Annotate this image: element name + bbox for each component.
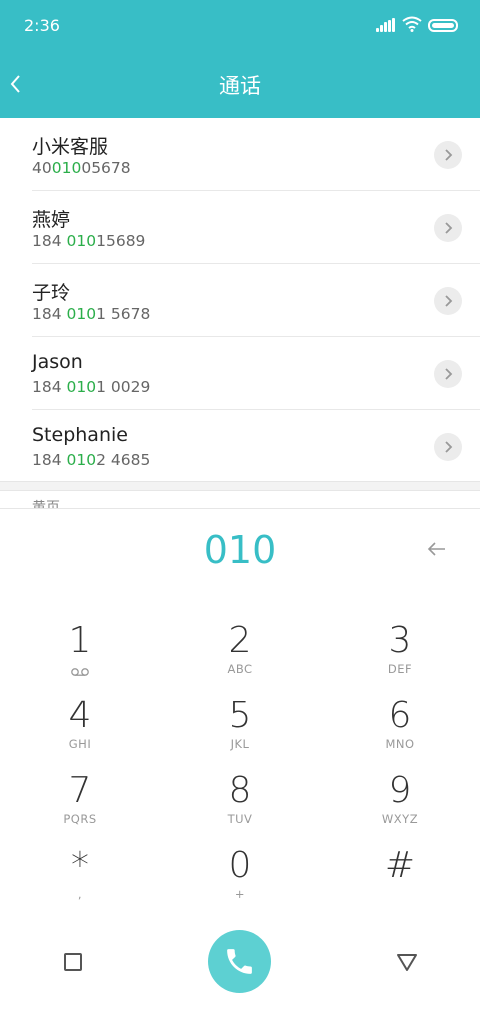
key-digit: 3: [388, 620, 412, 661]
key-digit: 0: [228, 845, 252, 886]
key-3[interactable]: 3 DEF: [340, 620, 460, 690]
battery-icon: [428, 19, 458, 32]
key-digit: 5: [228, 695, 252, 736]
chevron-right-icon[interactable]: [434, 433, 462, 461]
voicemail-icon: [71, 668, 89, 676]
key-digit: 6: [388, 695, 412, 736]
contact-name: 燕婷: [32, 209, 71, 231]
dialpad-divider: [0, 508, 480, 509]
key-digit: 8: [228, 770, 252, 811]
chevron-right-icon[interactable]: [434, 287, 462, 315]
list-item[interactable]: 小米客服 4001005678: [32, 118, 480, 191]
square-icon[interactable]: [64, 953, 82, 971]
key-6[interactable]: 6 MNO: [340, 695, 460, 765]
call-button[interactable]: [208, 930, 271, 993]
key-letters: ,: [77, 887, 83, 901]
key-digit: 1: [68, 620, 92, 661]
chevron-right-icon[interactable]: [434, 141, 462, 169]
page-title: 通话: [219, 74, 261, 98]
key-digit: #: [384, 845, 416, 886]
key-digit: 7: [68, 770, 92, 811]
key-5[interactable]: 5 JKL: [180, 695, 300, 765]
key-digit: *: [71, 845, 89, 886]
key-0[interactable]: 0 +: [180, 845, 300, 915]
contact-number: 184 0101 5678: [32, 305, 151, 323]
contact-name: 子玲: [32, 282, 71, 304]
key-letters: JKL: [230, 737, 250, 751]
status-bar: 2:36: [0, 0, 480, 52]
key-letters: TUV: [227, 812, 253, 826]
key-digit: 2: [228, 620, 252, 661]
list-item[interactable]: 子玲 184 0101 5678: [32, 264, 480, 337]
contact-number: 4001005678: [32, 159, 131, 177]
section-divider: [0, 481, 480, 491]
chevron-right-icon[interactable]: [434, 360, 462, 388]
key-digit: 4: [68, 695, 92, 736]
triangle-icon[interactable]: [396, 952, 418, 972]
key-letters: DEF: [387, 662, 413, 676]
key-2[interactable]: 2 ABC: [180, 620, 300, 690]
contact-name: Stephanie: [32, 424, 128, 446]
list-item[interactable]: Jason 184 0101 0029: [32, 337, 480, 410]
key-4[interactable]: 4 GHI: [20, 695, 140, 765]
key-star[interactable]: * ,: [20, 845, 140, 915]
key-letters: ABC: [227, 662, 253, 676]
phone-icon: [227, 949, 252, 974]
list-item[interactable]: Stephanie 184 0102 4685: [32, 410, 480, 483]
arrow-left-icon[interactable]: [424, 536, 452, 562]
key-letters: MNO: [385, 737, 415, 751]
key-letters: GHI: [68, 737, 92, 751]
contact-number: 184 0101 0029: [32, 378, 151, 396]
status-time: 2:36: [24, 16, 60, 35]
bottom-bar: [0, 930, 480, 1000]
key-digit: 9: [388, 770, 412, 811]
key-hash[interactable]: #: [340, 845, 460, 915]
key-7[interactable]: 7 PQRS: [20, 770, 140, 840]
key-letters: +: [234, 887, 246, 901]
key-8[interactable]: 8 TUV: [180, 770, 300, 840]
dialed-number: 010: [203, 528, 277, 572]
list-item[interactable]: 燕婷 184 01015689: [32, 191, 480, 264]
chevron-right-icon[interactable]: [434, 214, 462, 242]
contact-number: 184 01015689: [32, 232, 146, 250]
app-header: 2:36 通话: [0, 0, 480, 118]
wifi-icon: [402, 16, 422, 32]
contact-name: Jason: [32, 351, 83, 373]
contact-number: 184 0102 4685: [32, 451, 151, 469]
key-1[interactable]: 1: [20, 620, 140, 690]
key-9[interactable]: 9 WXYZ: [340, 770, 460, 840]
key-letters: WXYZ: [381, 812, 419, 826]
contact-name: 小米客服: [32, 136, 109, 158]
key-letters: PQRS: [63, 812, 97, 826]
contact-suggestions: 小米客服 4001005678 燕婷 184 01015689 子玲 184 0…: [0, 118, 480, 483]
signal-icon: [376, 18, 396, 32]
